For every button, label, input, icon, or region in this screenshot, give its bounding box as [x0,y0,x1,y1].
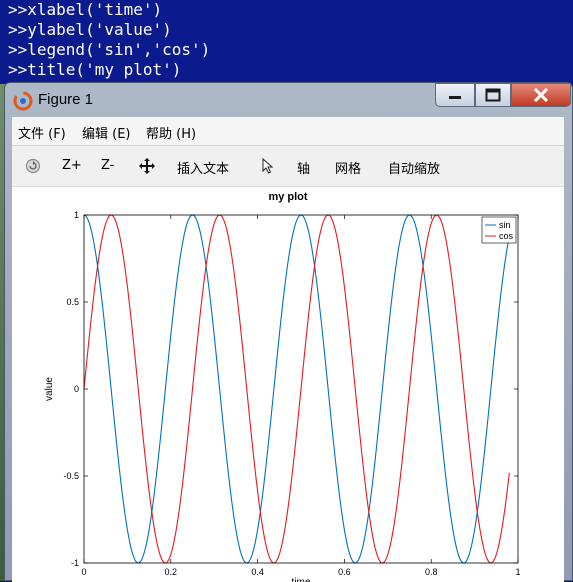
close-icon [533,88,549,102]
console-line: >>legend('sin','cos') [8,40,211,59]
legend: sin cos [481,216,517,244]
series-line-cos [83,214,510,564]
series-line-sin [83,214,510,564]
x-tick-label: 0 [81,567,86,577]
console-line: >>ylabel('value') [8,20,172,39]
window-client: 文件 (F) 编辑 (E) 帮助 (H) Z+ Z- 插入文本 轴 网格 自动缩… [12,117,564,582]
close-button[interactable] [511,83,571,107]
window-title: Figure 1 [38,91,94,108]
y-tick-label: -0.5 [63,471,79,481]
minimize-icon [449,96,461,99]
menu-edit[interactable]: 编辑 (E) [82,123,131,142]
axes-button[interactable]: 轴 [297,158,310,177]
x-tick-label: 1 [515,567,520,577]
figure-canvas: my plot 00.20.40.60.81 -1-0.500.51 time … [12,187,564,582]
insert-text-button[interactable]: 插入文本 [177,158,229,177]
tool-bar: Z+ Z- 插入文本 轴 网格 自动缩放 [12,146,564,187]
console-line: >>title('my plot') [8,60,182,79]
grid-button[interactable]: 网格 [335,158,361,177]
menu-file[interactable]: 文件 (F) [18,123,66,142]
pointer-icon[interactable] [259,157,277,175]
y-tick-label: -1 [71,558,79,568]
legend-entry-label: cos [499,231,514,241]
x-axis-label: time [292,577,311,582]
zoom-out-button[interactable]: Z- [101,158,114,173]
plot-area[interactable]: 0 0.2 0.4 0.6 0.8 1 -1 -0.5 0 0.5 1 time value si… [12,187,564,582]
window-titlebar[interactable]: Figure 1 [5,83,572,117]
rotate-icon[interactable] [24,157,42,175]
console-line: >>xlabel('time') [8,0,163,19]
legend-entry-label: sin [499,220,511,230]
y-tick-label: 1 [74,210,79,220]
autoscale-button[interactable]: 自动缩放 [388,158,440,177]
minimize-button[interactable] [435,83,475,107]
command-console: >>xlabel('time') >>ylabel('value') >>leg… [0,0,573,84]
y-axis-label: value [44,377,55,401]
x-tick-label: 0.2 [165,567,178,577]
maximize-icon [485,88,501,102]
octave-logo-icon [13,91,33,111]
pan-icon[interactable] [138,157,156,175]
menu-help[interactable]: 帮助 (H) [146,123,196,142]
y-tick-label: 0 [74,384,79,394]
y-tick-label: 0.5 [66,297,79,307]
menu-bar: 文件 (F) 编辑 (E) 帮助 (H) [12,117,564,146]
zoom-in-button[interactable]: Z+ [62,158,82,173]
figure-window: Figure 1 文件 (F) 编辑 (E) 帮助 (H) Z+ Z- 插入文本… [4,82,573,582]
x-tick-label: 0.6 [338,567,351,577]
x-tick-label: 0.4 [251,567,264,577]
x-tick-label: 0.8 [425,567,438,577]
maximize-button[interactable] [475,83,511,107]
